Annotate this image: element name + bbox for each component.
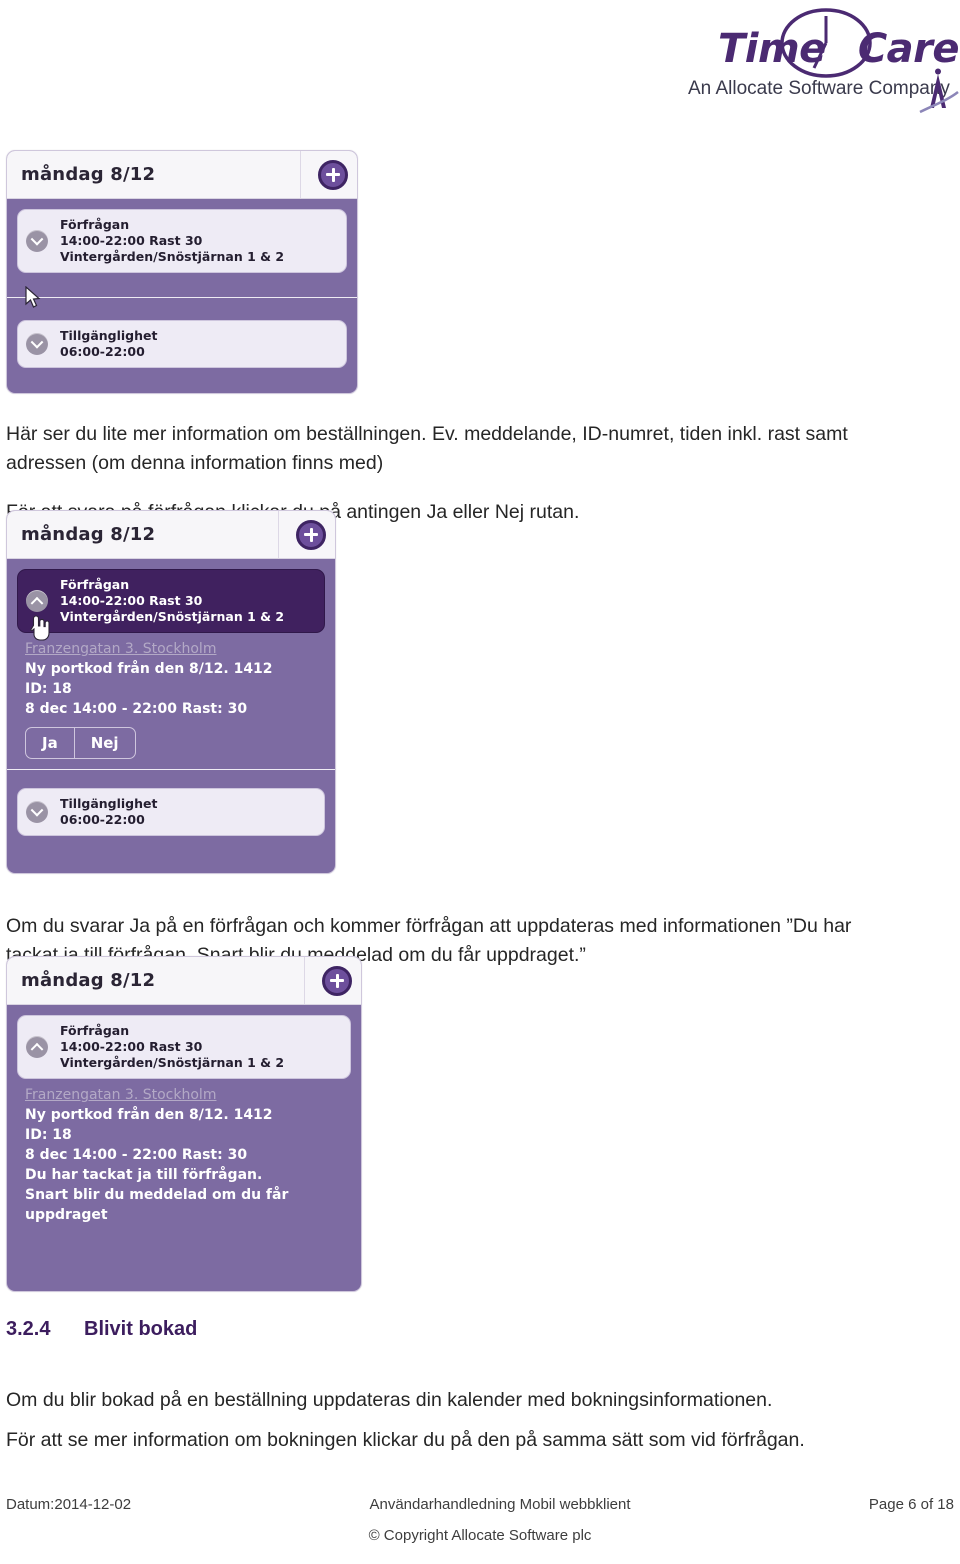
request-unit: Vintergården/Snöstjärnan 1 & 2 bbox=[60, 609, 285, 624]
id-text: ID: 18 bbox=[25, 681, 72, 697]
answered-request-group: Förfrågan 14:00-22:00 Rast 30 Vintergård… bbox=[7, 1005, 361, 1239]
availability-card[interactable]: Tillgänglighet 06:00-22:00 bbox=[17, 320, 347, 368]
section-number: 3.2.4 bbox=[6, 1318, 51, 1340]
status-text: Du har tackat ja till förfrågan. Snart b… bbox=[25, 1167, 289, 1223]
document-page: Time Care An Allocate Software Company må… bbox=[0, 0, 960, 1564]
message-text: Ny portkod från den 8/12. 1412 bbox=[25, 661, 273, 677]
chevron-up-icon[interactable] bbox=[26, 1036, 48, 1058]
logo-wordmark: Time Care bbox=[718, 26, 960, 72]
request-time: 14:00-22:00 Rast 30 bbox=[60, 1039, 203, 1054]
add-button[interactable] bbox=[318, 159, 348, 190]
day-label: måndag 8/12 bbox=[21, 970, 156, 991]
day-items-group-2: Tillgänglighet 06:00-22:00 bbox=[7, 298, 357, 380]
page-footer: Datum:2014-12-02 Användarhandledning Mob… bbox=[0, 1496, 960, 1544]
logo-tagline: An Allocate Software Company bbox=[688, 78, 950, 99]
id-text: ID: 18 bbox=[25, 1127, 72, 1143]
time-care-logo: Time Care An Allocate Software Company bbox=[660, 6, 960, 114]
request-unit: Vintergården/Snöstjärnan 1 & 2 bbox=[60, 249, 285, 264]
request-card[interactable]: Förfrågan 14:00-22:00 Rast 30 Vintergård… bbox=[17, 1015, 351, 1079]
request-title: Förfrågan bbox=[60, 1023, 130, 1038]
availability-card[interactable]: Tillgänglighet 06:00-22:00 bbox=[17, 788, 325, 836]
request-title: Förfrågan bbox=[60, 577, 130, 592]
expanded-request-group: Förfrågan 14:00-22:00 Rast 30 Vintergård… bbox=[7, 559, 335, 769]
header-divider bbox=[278, 511, 279, 558]
paragraph-info: Här ser du lite mer information om bestä… bbox=[6, 422, 848, 474]
day-items-group-1: Förfrågan 14:00-22:00 Rast 30 Vintergård… bbox=[7, 199, 357, 297]
answer-button-group: Ja Nej bbox=[25, 727, 136, 759]
calendar-day-header: måndag 8/12 bbox=[7, 151, 357, 199]
chevron-up-icon[interactable] bbox=[26, 590, 48, 612]
footer-copyright: © Copyright Allocate Software plc bbox=[368, 1527, 592, 1544]
add-button[interactable] bbox=[322, 965, 352, 996]
footer-page: Page 6 of 18 bbox=[868, 1496, 954, 1513]
yes-button[interactable]: Ja bbox=[26, 728, 74, 758]
request-details: Franzengatan 3. Stockholm Ny portkod frå… bbox=[17, 1079, 351, 1227]
footer-title: Användarhandledning Mobil webbklient bbox=[369, 1496, 631, 1513]
no-button[interactable]: Nej bbox=[73, 728, 135, 758]
screenshot-answered-request: måndag 8/12 Förfrågan 14:00-22:00 Rast 3… bbox=[6, 956, 362, 1292]
availability-title: Tillgänglighet bbox=[60, 328, 158, 343]
chevron-down-icon[interactable] bbox=[26, 801, 48, 823]
request-card[interactable]: Förfrågan 14:00-22:00 Rast 30 Vintergård… bbox=[17, 209, 347, 273]
address-link[interactable]: Franzengatan 3. Stockholm bbox=[25, 1085, 349, 1105]
day-label: måndag 8/12 bbox=[21, 524, 156, 545]
header-divider bbox=[304, 957, 305, 1004]
calendar-day-header: måndag 8/12 bbox=[7, 511, 335, 559]
section-heading: 3.2.4 Blivit bokad bbox=[6, 1318, 197, 1341]
chevron-down-icon[interactable] bbox=[26, 333, 48, 355]
footer-date: Datum:2014-12-02 bbox=[6, 1496, 132, 1513]
calendar-day-header: måndag 8/12 bbox=[7, 957, 361, 1005]
add-button[interactable] bbox=[296, 519, 326, 550]
screenshot-collapsed-request: måndag 8/12 Förfrågan 14:00-22:00 Rast 3… bbox=[6, 150, 358, 394]
time-text: 8 dec 14:00 - 22:00 Rast: 30 bbox=[25, 701, 248, 717]
request-unit: Vintergården/Snöstjärnan 1 & 2 bbox=[60, 1055, 285, 1070]
screenshot-expanded-request: måndag 8/12 Förfrågan 14:00-22:00 Rast 3… bbox=[6, 510, 336, 874]
day-label: måndag 8/12 bbox=[21, 164, 156, 185]
availability-group: Tillgänglighet 06:00-22:00 bbox=[7, 770, 335, 848]
request-card-selected[interactable]: Förfrågan 14:00-22:00 Rast 30 Vintergård… bbox=[17, 569, 325, 633]
request-time: 14:00-22:00 Rast 30 bbox=[60, 593, 203, 608]
availability-time: 06:00-22:00 bbox=[60, 344, 145, 359]
request-title: Förfrågan bbox=[60, 217, 130, 232]
request-time: 14:00-22:00 Rast 30 bbox=[60, 233, 203, 248]
paragraph-booking-info: För att se mer information om bokningen … bbox=[6, 1428, 805, 1451]
allocate-a-mark-icon bbox=[919, 68, 959, 114]
logo-word-care: Care bbox=[857, 26, 960, 72]
header-divider bbox=[300, 151, 301, 198]
availability-time: 06:00-22:00 bbox=[60, 812, 145, 827]
section-title: Blivit bokad bbox=[84, 1318, 198, 1340]
time-text: 8 dec 14:00 - 22:00 Rast: 30 bbox=[25, 1147, 248, 1163]
logo-word-time: Time bbox=[718, 26, 826, 72]
paragraph-booked: Om du blir bokad på en beställning uppda… bbox=[6, 1388, 773, 1411]
address-link[interactable]: Franzengatan 3. Stockholm bbox=[25, 639, 323, 659]
availability-title: Tillgänglighet bbox=[60, 796, 158, 811]
request-details: Franzengatan 3. Stockholm Ny portkod frå… bbox=[17, 633, 325, 763]
message-text: Ny portkod från den 8/12. 1412 bbox=[25, 1107, 273, 1123]
chevron-down-icon[interactable] bbox=[26, 230, 48, 252]
